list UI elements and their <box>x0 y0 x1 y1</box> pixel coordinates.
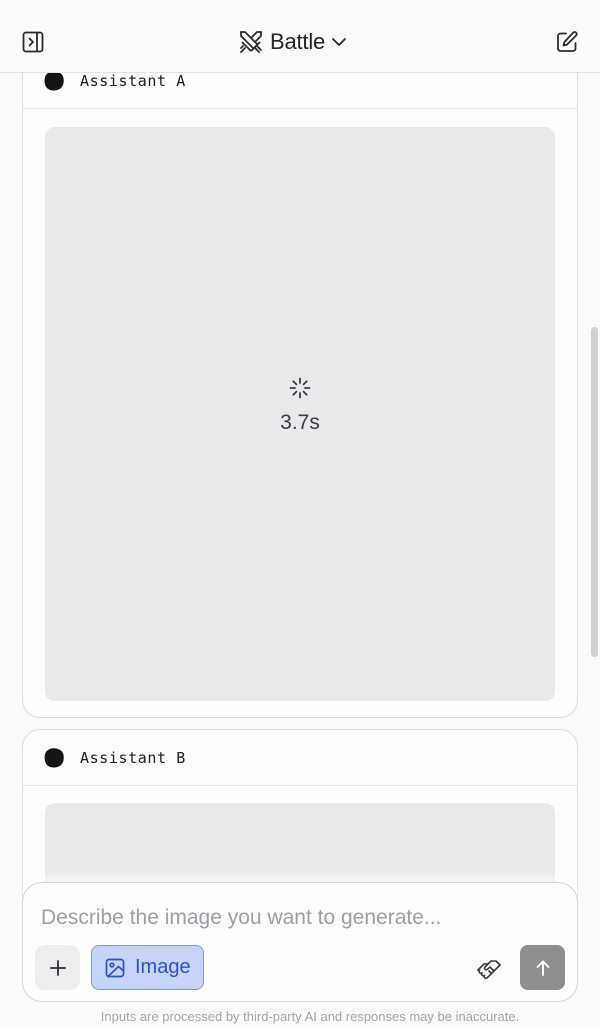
disclaimer-text: Inputs are processed by third-party AI a… <box>100 1009 520 1024</box>
new-chat-button[interactable] <box>550 25 584 59</box>
mode-selector[interactable]: Battle <box>238 24 347 60</box>
arrow-up-icon <box>536 960 549 976</box>
response-card-a: Assistant A 3.7s <box>22 40 578 718</box>
chevron-down-icon <box>332 38 346 46</box>
image-mode-label: Image <box>135 956 191 978</box>
crossed-swords-icon <box>240 31 262 53</box>
loading-indicator: 3.7s <box>45 377 555 435</box>
prompt-composer: Image <box>22 882 578 1002</box>
send-button[interactable] <box>520 945 565 990</box>
feedback-button[interactable] <box>471 951 507 987</box>
prompt-input[interactable] <box>41 901 561 935</box>
sidebar-toggle-button[interactable] <box>16 25 50 59</box>
attach-button[interactable] <box>35 945 80 990</box>
response-card-header: Assistant B <box>23 730 577 786</box>
model-name: Assistant A <box>80 71 186 90</box>
model-avatar-icon <box>44 747 64 768</box>
top-bar: Battle <box>0 0 600 73</box>
handshake-icon <box>477 960 501 980</box>
elapsed-time: 3.7s <box>280 411 320 434</box>
spinner-icon <box>289 377 311 399</box>
image-placeholder: 3.7s <box>45 127 555 701</box>
image-mode-toggle[interactable]: Image <box>91 945 204 990</box>
edit-square-icon <box>557 31 578 52</box>
model-name: Assistant B <box>80 748 186 767</box>
mode-label: Battle <box>270 29 326 54</box>
scrollbar-thumb[interactable] <box>591 327 598 657</box>
sidebar-toggle-icon <box>22 31 44 53</box>
image-icon <box>105 958 125 977</box>
plus-icon <box>49 959 66 976</box>
